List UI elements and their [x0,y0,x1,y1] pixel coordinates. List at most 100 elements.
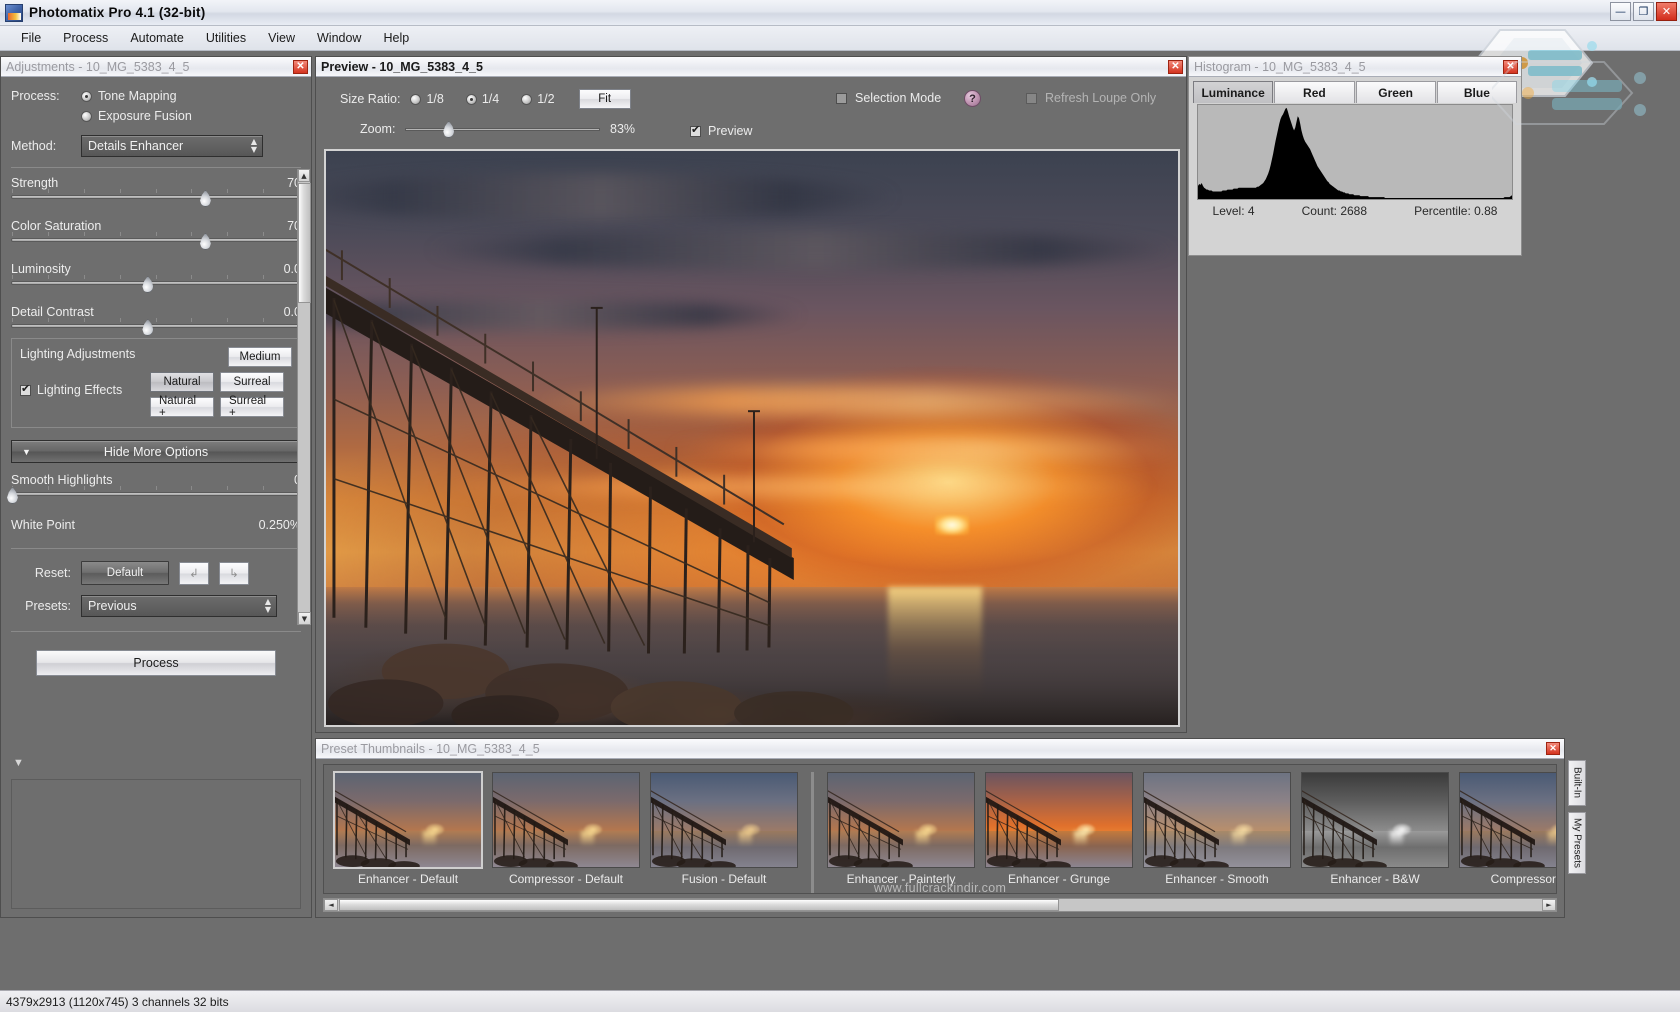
preset-scrollbar-thumb[interactable] [339,899,1059,911]
lighting-natural-plus-button[interactable]: Natural + [150,397,214,417]
lighting-surreal-plus-button[interactable]: Surreal + [220,397,284,417]
scroll-right-icon[interactable]: ► [1542,899,1556,911]
minimize-button[interactable]: — [1610,2,1631,21]
scroll-left-icon[interactable]: ◄ [324,899,338,911]
menu-utilities[interactable]: Utilities [195,28,257,48]
refresh-loupe-checkbox-row[interactable]: Refresh Loupe Only [1026,91,1156,105]
scroll-up-icon[interactable]: ▲ [298,169,310,182]
tab-luminance[interactable]: Luminance [1193,81,1273,103]
redo-icon[interactable]: ↳ [219,562,249,585]
selection-mode-checkbox-icon[interactable] [836,93,847,104]
selection-mode-checkbox-row[interactable]: Selection Mode [836,91,941,105]
exposure-fusion-radio-icon[interactable] [81,111,92,122]
size-ratio-1-4-radio-icon[interactable] [466,94,477,105]
scroll-down-icon[interactable]: ▼ [298,612,311,625]
slider-color-saturation[interactable]: Color Saturation 70 [11,219,301,242]
maximize-button[interactable]: ❐ [1633,2,1654,21]
slider-color-saturation-handle[interactable] [199,233,212,250]
hide-more-options-button[interactable]: ▼ Hide More Options [11,440,301,463]
slider-strength-track[interactable] [11,195,301,199]
adjustments-close-icon[interactable]: ✕ [293,60,308,74]
refresh-loupe-checkbox-icon[interactable] [1026,93,1037,104]
slider-smooth-highlights[interactable]: Smooth Highlights 0 [11,473,301,496]
menu-automate[interactable]: Automate [119,28,195,48]
slider-luminosity-track[interactable] [11,281,301,285]
histogram-close-icon[interactable]: ✕ [1503,60,1518,74]
side-tab-built-in[interactable]: Built-In [1568,760,1586,806]
preview-checkbox-icon[interactable] [690,126,701,137]
preset-thumbnail-image[interactable] [1143,772,1291,868]
preview-checkbox-row[interactable]: Preview [690,124,752,138]
tab-blue[interactable]: Blue [1437,81,1517,103]
size-ratio-1-2-radio-icon[interactable] [521,94,532,105]
help-icon[interactable]: ? [964,90,981,107]
lighting-natural-button[interactable]: Natural [150,372,214,392]
tab-green[interactable]: Green [1356,81,1436,103]
preset-thumbnail-item[interactable]: Fusion - Default [650,772,798,886]
tone-mapping-radio-icon[interactable] [81,91,92,102]
menu-process[interactable]: Process [52,28,119,48]
preview-close-icon[interactable]: ✕ [1168,60,1183,74]
preset-thumbnail-image[interactable] [650,772,798,868]
slider-smooth-highlights-track[interactable] [11,492,301,496]
adjustments-expand-caret-icon[interactable]: ▼ [13,757,24,769]
method-combobox[interactable]: Details Enhancer ▲▼ [81,135,263,157]
preset-thumbnail-item[interactable]: Compressor - D [1459,772,1557,886]
slider-detail-contrast-track[interactable] [11,324,301,328]
process-button[interactable]: Process [36,650,276,676]
adjustments-scrollbar[interactable]: ▲ ▼ [297,169,310,625]
menu-view[interactable]: View [257,28,306,48]
undo-icon[interactable]: ↲ [179,562,209,585]
presets-combobox[interactable]: Previous ▲▼ [81,595,277,617]
zoom-slider[interactable] [405,122,600,136]
preset-thumbnail-item[interactable]: Enhancer - Smooth [1143,772,1291,886]
preset-thumbnail-item[interactable]: Enhancer - Grunge [985,772,1133,886]
radio-tone-mapping[interactable]: Tone Mapping [81,89,177,103]
slider-color-saturation-track[interactable] [11,238,301,242]
slider-strength-handle[interactable] [199,190,212,207]
zoom-slider-handle[interactable] [442,121,455,138]
reset-default-button[interactable]: Default [81,561,169,585]
menu-window[interactable]: Window [306,28,372,48]
preset-thumbnail-image[interactable] [827,772,975,868]
tab-red[interactable]: Red [1274,81,1354,103]
slider-detail-contrast[interactable]: Detail Contrast 0.0 [11,305,301,328]
slider-luminosity-handle[interactable] [141,276,154,293]
photo-pier [326,151,1178,725]
radio-exposure-fusion[interactable]: Exposure Fusion [81,109,192,123]
slider-white-point[interactable]: White Point 0.250% [11,518,301,532]
lighting-effects-checkbox-row[interactable]: Lighting Effects [20,383,150,397]
size-ratio-1-8-radio-icon[interactable] [410,94,421,105]
process-label: Process: [11,89,81,103]
preset-thumbnails-scrollbar[interactable]: ◄ ► [323,898,1557,912]
menu-help[interactable]: Help [372,28,420,48]
slider-detail-contrast-handle[interactable] [141,319,154,336]
lighting-medium-button[interactable]: Medium [228,347,292,367]
close-button[interactable]: ✕ [1656,2,1677,21]
size-ratio-option-1-2[interactable]: 1/2 [521,92,554,106]
size-ratio-option-1-8[interactable]: 1/8 [410,92,443,106]
size-ratio-option-1-4[interactable]: 1/4 [466,92,499,106]
preset-thumbnails-strip[interactable]: Enhancer - DefaultCompressor - DefaultFu… [323,764,1557,894]
preset-thumbnail-image[interactable] [1301,772,1449,868]
slider-strength[interactable]: Strength 70 [11,176,301,199]
scrollbar-thumb[interactable] [298,183,311,303]
preset-thumbnail-image[interactable] [334,772,482,868]
preset-thumbnail-item[interactable]: Enhancer - Default [334,772,482,886]
histogram-panel: Histogram - 10_MG_5383_4_5 ✕ Luminance R… [1188,56,1522,256]
preset-thumbnail-item[interactable]: Enhancer - B&W [1301,772,1449,886]
slider-luminosity[interactable]: Luminosity 0.0 [11,262,301,285]
preview-image[interactable] [324,149,1180,727]
preset-thumbnail-image[interactable] [1459,772,1557,868]
fit-button[interactable]: Fit [579,89,631,109]
lighting-surreal-button[interactable]: Surreal [220,372,284,392]
preset-thumbnail-image[interactable] [985,772,1133,868]
lighting-effects-checkbox-icon[interactable] [20,385,31,396]
slider-smooth-highlights-handle[interactable] [6,487,19,504]
preset-thumbnail-item[interactable]: Compressor - Default [492,772,640,886]
preset-thumbnail-item[interactable]: Enhancer - Painterly [827,772,975,886]
menu-file[interactable]: File [10,28,52,48]
side-tab-my-presets[interactable]: My Presets [1568,812,1586,874]
preset-thumbnail-image[interactable] [492,772,640,868]
preset-thumbnails-close-icon[interactable]: ✕ [1546,742,1560,755]
